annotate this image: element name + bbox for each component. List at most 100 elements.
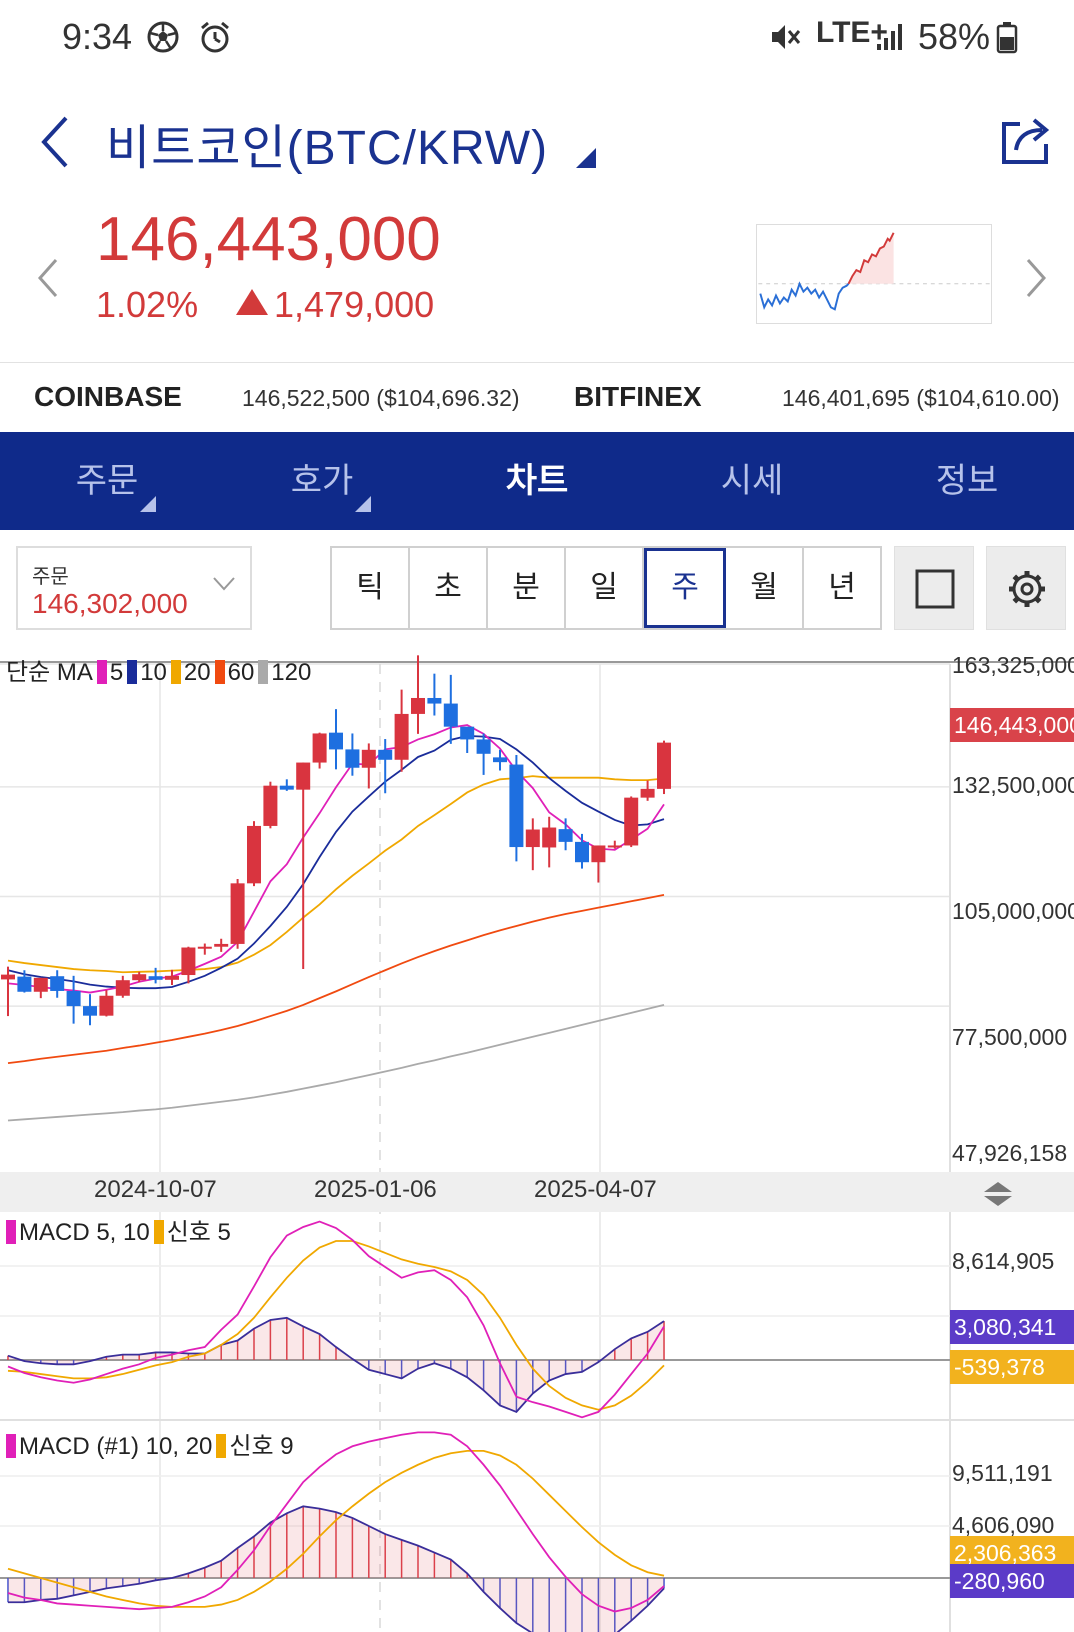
chart-area[interactable]: 단순 MA 5 10 20 60 120 163,325,000 146,443,000 … <box>0 646 1074 1632</box>
candle-body <box>411 697 425 714</box>
candle-body <box>345 749 360 768</box>
tab-order[interactable]: 주문 <box>0 432 214 530</box>
status-time: 9:34 <box>62 16 133 57</box>
period-minute[interactable]: 분 <box>488 548 566 628</box>
candle-body <box>361 749 376 768</box>
up-triangle-icon <box>236 289 268 315</box>
settings-button[interactable] <box>986 546 1066 630</box>
candle-body <box>624 797 639 846</box>
candle-body <box>247 825 261 884</box>
macd1-legend: MACD 5, 10 신호 5 <box>6 1212 231 1247</box>
period-month[interactable]: 월 <box>726 548 804 628</box>
candle-body <box>83 1006 97 1016</box>
order-label: 주문 <box>32 564 69 588</box>
macd2-legend: MACD (#1) 10, 20 신호 9 <box>6 1426 294 1461</box>
period-second[interactable]: 초 <box>410 548 488 628</box>
y-tick-label: 9,511,191 <box>952 1460 1053 1486</box>
ma120-label: 120 <box>271 659 312 686</box>
square-icon <box>915 569 955 609</box>
tab-info[interactable]: 정보 <box>860 432 1074 530</box>
ma10-label: 10 <box>140 659 167 686</box>
ma60-label: 60 <box>227 659 255 686</box>
signal-swatch <box>216 1434 227 1458</box>
exchange-name: BITFINEX <box>574 381 702 412</box>
candle-body <box>558 829 573 842</box>
signal-value-badge: -539,378 <box>950 1350 1074 1384</box>
battery-icon <box>996 22 1018 54</box>
coin-title[interactable]: 비트코인(BTC/KRW) <box>106 108 548 178</box>
candle-body <box>132 974 147 981</box>
candle-body <box>443 703 458 727</box>
candle-body <box>296 762 311 790</box>
candle-body <box>657 742 671 789</box>
tab-market[interactable]: 시세 <box>645 432 859 530</box>
prev-coin-icon[interactable] <box>36 256 60 300</box>
y-tick-label: 163,325,000 <box>952 652 1074 678</box>
macd-swatch <box>6 1434 16 1458</box>
ma120-line <box>7 1004 665 1122</box>
period-week[interactable]: 주 <box>644 548 726 628</box>
candle-body <box>66 990 81 1007</box>
candle-body <box>263 785 278 826</box>
candle-body <box>197 946 212 949</box>
macd1-title: MACD 5, 10 <box>19 1219 150 1246</box>
next-coin-icon[interactable] <box>1024 256 1048 300</box>
tab-orderbook[interactable]: 호가 <box>215 432 429 530</box>
candle-body <box>542 827 557 848</box>
candle-body <box>378 749 393 760</box>
ma120-swatch <box>258 660 269 684</box>
tab-caret-icon <box>355 496 371 512</box>
candle-body <box>493 757 507 763</box>
fullscreen-button[interactable] <box>894 546 974 630</box>
change-amount-wrap: 1,479,000 <box>236 284 434 326</box>
ma60-line <box>7 894 665 1065</box>
ma20-line <box>7 775 665 974</box>
exchange-value: 146,401,695 ($104,610.00) <box>782 385 1060 411</box>
candle-body <box>148 976 163 980</box>
candle-body <box>525 829 540 848</box>
tab-chart[interactable]: 차트 <box>430 432 644 530</box>
title-dropdown-caret-icon[interactable] <box>576 148 596 168</box>
candle-body <box>427 697 442 704</box>
share-icon[interactable] <box>998 112 1054 168</box>
current-price-badge: 146,443,000 <box>950 708 1074 742</box>
ma10-swatch <box>127 660 138 684</box>
period-day[interactable]: 일 <box>566 548 644 628</box>
battery-percent: 58% <box>918 16 991 57</box>
order-value: 146,302,000 <box>32 588 188 619</box>
ma10-line <box>7 734 665 990</box>
ma5-swatch <box>96 660 107 684</box>
candle-body <box>230 883 245 944</box>
alarm-clock-icon <box>201 21 229 53</box>
y-tick-label: 4,606,090 <box>952 1512 1055 1538</box>
current-price: 146,443,000 <box>96 205 441 274</box>
chart-controls: 주문 146,302,000 틱 초 분 일 주 월 년 <box>0 544 1074 632</box>
tab-label: 주문 <box>75 461 139 501</box>
ma-legend-title: 단순 MA <box>6 659 93 686</box>
exchange-value: 146,522,500 ($104,696.32) <box>242 385 520 411</box>
candle-body <box>99 995 114 1016</box>
tab-label: 호가 <box>290 461 354 501</box>
mini-price-chart <box>756 224 992 324</box>
macd2-title: MACD (#1) 10, 20 <box>19 1433 213 1460</box>
chart-canvas[interactable] <box>0 646 1074 1632</box>
candle-body <box>165 975 179 980</box>
candle-body <box>476 739 491 754</box>
tab-label: 차트 <box>505 461 569 501</box>
candle-body <box>33 977 48 992</box>
order-price-select[interactable]: 주문 146,302,000 <box>16 546 252 630</box>
candle-body <box>591 845 606 863</box>
period-selector: 틱 초 분 일 주 월 년 <box>330 546 882 630</box>
y-tick-label: 77,500,000 <box>952 1024 1068 1050</box>
tab-label: 정보 <box>935 461 999 501</box>
period-tick[interactable]: 틱 <box>332 548 410 628</box>
exchange-name: COINBASE <box>34 381 182 412</box>
candle-body <box>509 764 524 848</box>
status-bar: 9:34 LTE+ 58% <box>0 0 1074 80</box>
back-arrow-icon[interactable] <box>36 112 76 172</box>
candle-body <box>394 713 409 760</box>
chevron-down-icon <box>213 577 235 591</box>
ma5-label: 5 <box>109 659 124 686</box>
period-year[interactable]: 년 <box>804 548 880 628</box>
macd2-signal: 신호 9 <box>229 1433 294 1460</box>
